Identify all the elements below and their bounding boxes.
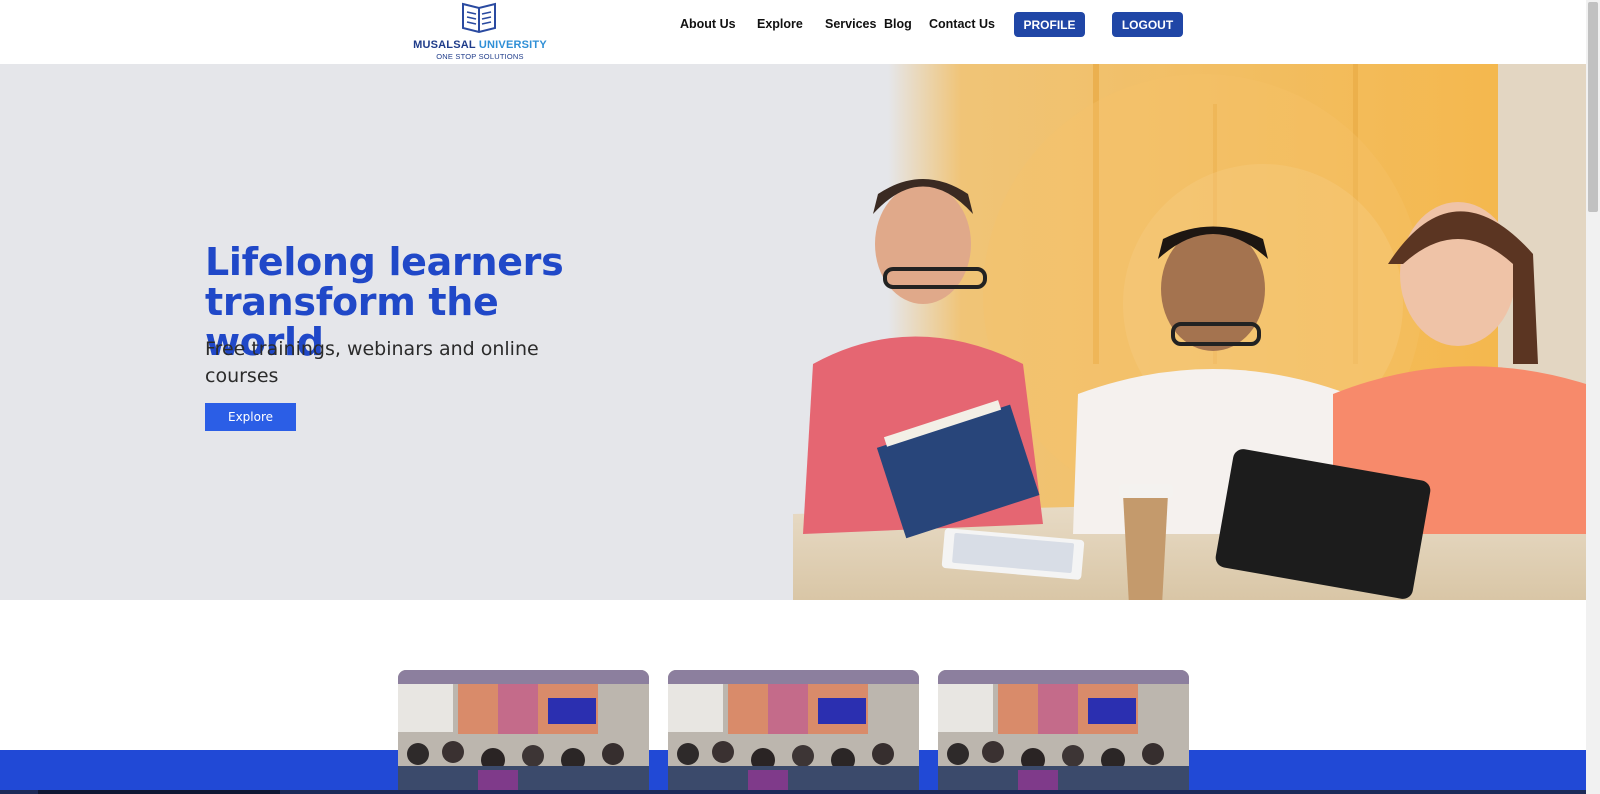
hero-title-line1: Lifelong learners [205, 240, 564, 284]
hero-section: Lifelong learners transform the world Fr… [0, 64, 1586, 600]
event-card-2[interactable] [668, 670, 919, 794]
event-card-3[interactable] [938, 670, 1189, 794]
nav-blog[interactable]: Blog [884, 17, 912, 31]
logo-title: MUSALSAL UNIVERSITY [410, 39, 550, 51]
logo-tagline: ONE STOP SOLUTIONS [436, 52, 524, 61]
event-card-1[interactable] [398, 670, 649, 794]
book-logo-icon [462, 2, 496, 34]
taskbar-strip [0, 790, 1586, 794]
students-studying-image [793, 64, 1586, 600]
nav-contact-us[interactable]: Contact Us [929, 17, 995, 31]
hero-explore-button[interactable]: Explore [205, 403, 296, 431]
classroom-photo-icon [938, 670, 1189, 794]
nav-explore[interactable]: Explore [757, 17, 803, 31]
logout-button[interactable]: LOGOUT [1112, 12, 1183, 37]
site-header: MUSALSAL UNIVERSITY ONE STOP SOLUTIONS A… [0, 0, 1586, 64]
profile-button[interactable]: PROFILE [1014, 12, 1085, 37]
site-logo[interactable]: MUSALSAL UNIVERSITY ONE STOP SOLUTIONS [410, 0, 550, 62]
logo-title-accent: UNIVERSITY [478, 39, 547, 51]
taskbar-segment [38, 790, 280, 794]
logo-title-main: MUSALSAL [413, 39, 479, 51]
hero-subtitle: Free trainings, webinars and online cour… [205, 338, 539, 387]
scrollbar-thumb[interactable] [1588, 2, 1598, 212]
nav-services[interactable]: Services [825, 17, 876, 31]
classroom-photo-icon [398, 670, 649, 794]
classroom-photo-icon [668, 670, 919, 794]
nav-about-us[interactable]: About Us [680, 17, 736, 31]
page-scrollbar[interactable] [1586, 0, 1600, 794]
